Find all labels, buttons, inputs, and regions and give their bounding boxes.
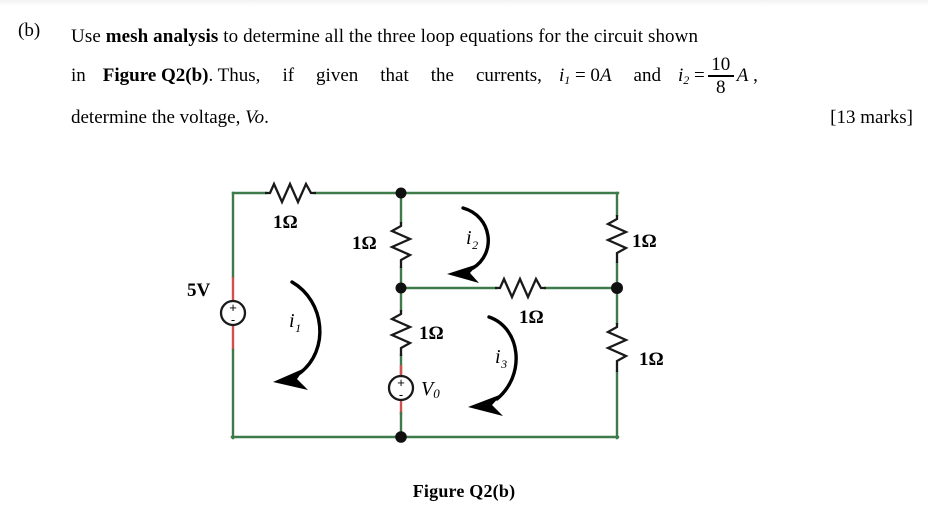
mesh-current-i3: i3 — [468, 315, 518, 416]
resistor-center-horizontal-label: 1Ω — [519, 307, 544, 328]
resistor-middle-lower-label: 1Ω — [419, 323, 444, 344]
i2-equals: = — [694, 65, 705, 87]
line3-period: . — [264, 107, 269, 129]
mesh-current-i2: i2 — [447, 206, 490, 283]
resistor-top-left-zigzag — [265, 181, 316, 205]
node-center-middle — [395, 282, 407, 294]
figure-caption: Figure Q2(b) — [412, 481, 516, 501]
voltage-source-5v-label: 5V — [187, 280, 211, 301]
resistor-middle-lower: 1Ω — [389, 310, 444, 356]
voltage-source-vo-minus: - — [399, 387, 403, 402]
resistor-middle-upper-zigzag — [389, 222, 413, 268]
fraction-numerator: 10 — [711, 54, 731, 75]
node-right-middle — [611, 282, 623, 294]
circuit-svg: .wire { stroke:#3f7a4a; stroke-width:2.4… — [187, 181, 664, 443]
line2-thus: . Thus, — [208, 65, 261, 87]
line3-pre: determine the voltage, — [71, 107, 246, 129]
resistor-right-upper-label: 1Ω — [632, 231, 657, 252]
scan-band — [0, 0, 928, 7]
vo-label-subscript: 0 — [433, 386, 440, 401]
vo-symbol: Vo — [245, 107, 265, 129]
line1-bold-term: mesh analysis — [105, 26, 219, 47]
line1-pre: Use — [71, 26, 106, 47]
node-bottom-middle — [395, 431, 407, 443]
voltage-source-5v-minus: - — [231, 312, 235, 327]
resistor-right-lower: 1Ω — [605, 323, 664, 372]
line2-word-in: in — [71, 65, 86, 87]
equation-i2: i2 = 10 8 A , — [678, 54, 758, 99]
voltage-source-5v: + - 5V — [187, 280, 247, 327]
line3-text: determine the voltage, Vo. — [71, 99, 269, 137]
fraction-10-over-8: 10 8 — [707, 54, 734, 98]
resistor-middle-lower-zigzag — [389, 310, 413, 356]
line2-word-currents: currents, — [475, 65, 542, 87]
equation-i1: i1 = 0A — [559, 57, 612, 99]
i1-rhs: = 0 — [574, 65, 600, 87]
resistor-top-left: 1Ω — [265, 181, 316, 233]
line2-word-if: if — [282, 65, 295, 87]
line2-conjunction: and — [633, 65, 661, 87]
mesh-current-i1-label: i1 — [289, 310, 301, 335]
page-canvas: (b) Use mesh analysis to determine all t… — [0, 0, 928, 520]
line2-word-that: that — [380, 65, 409, 87]
voltage-source-vo-label: V0 — [421, 378, 440, 401]
mesh-current-i3-arrowhead — [468, 394, 503, 416]
line2-word-the: the — [430, 65, 454, 87]
line2-comma: , — [753, 65, 758, 87]
question-line-1: Use mesh analysis to determine all the t… — [71, 18, 913, 56]
line1-post: to determine all the three loop equation… — [218, 26, 699, 47]
resistor-right-lower-zigzag — [605, 323, 629, 372]
mesh-current-i2-label: i2 — [466, 227, 478, 252]
voltage-source-vo: + - V0 — [387, 374, 440, 402]
mesh-current-i2-arrowhead — [447, 264, 479, 283]
node-top-middle — [395, 187, 407, 199]
marks-allocation: [13 marks] — [830, 107, 913, 129]
line2-word-given: given — [316, 65, 359, 87]
i1-subscript: 1 — [564, 73, 571, 88]
i2-unit: A — [736, 65, 749, 87]
question-label: (b) — [18, 20, 41, 41]
resistor-top-left-label: 1Ω — [273, 212, 298, 233]
figure-reference: Figure Q2(b) — [102, 65, 209, 87]
question-body: Use mesh analysis to determine all the t… — [71, 18, 913, 137]
resistor-middle-upper: 1Ω — [352, 222, 413, 268]
resistor-right-upper: 1Ω — [605, 215, 657, 263]
question-line-2: in Figure Q2(b). Thus, if given that the… — [71, 54, 913, 99]
resistor-middle-upper-label: 1Ω — [352, 233, 377, 254]
resistor-right-lower-label: 1Ω — [639, 349, 664, 370]
i1-unit: A — [599, 65, 612, 87]
resistor-center-horizontal: 1Ω — [495, 276, 546, 328]
i2-subscript: 2 — [683, 73, 690, 88]
fraction-denominator: 8 — [715, 76, 726, 98]
resistor-center-horizontal-zigzag — [495, 276, 546, 300]
circuit-diagram: .wire { stroke:#3f7a4a; stroke-width:2.4… — [0, 160, 928, 460]
resistor-right-upper-zigzag — [605, 215, 629, 263]
question-line-3: determine the voltage, Vo. [13 marks] — [71, 99, 913, 137]
mesh-current-i1: i1 — [273, 280, 322, 390]
mesh-current-i3-label: i3 — [495, 346, 507, 371]
